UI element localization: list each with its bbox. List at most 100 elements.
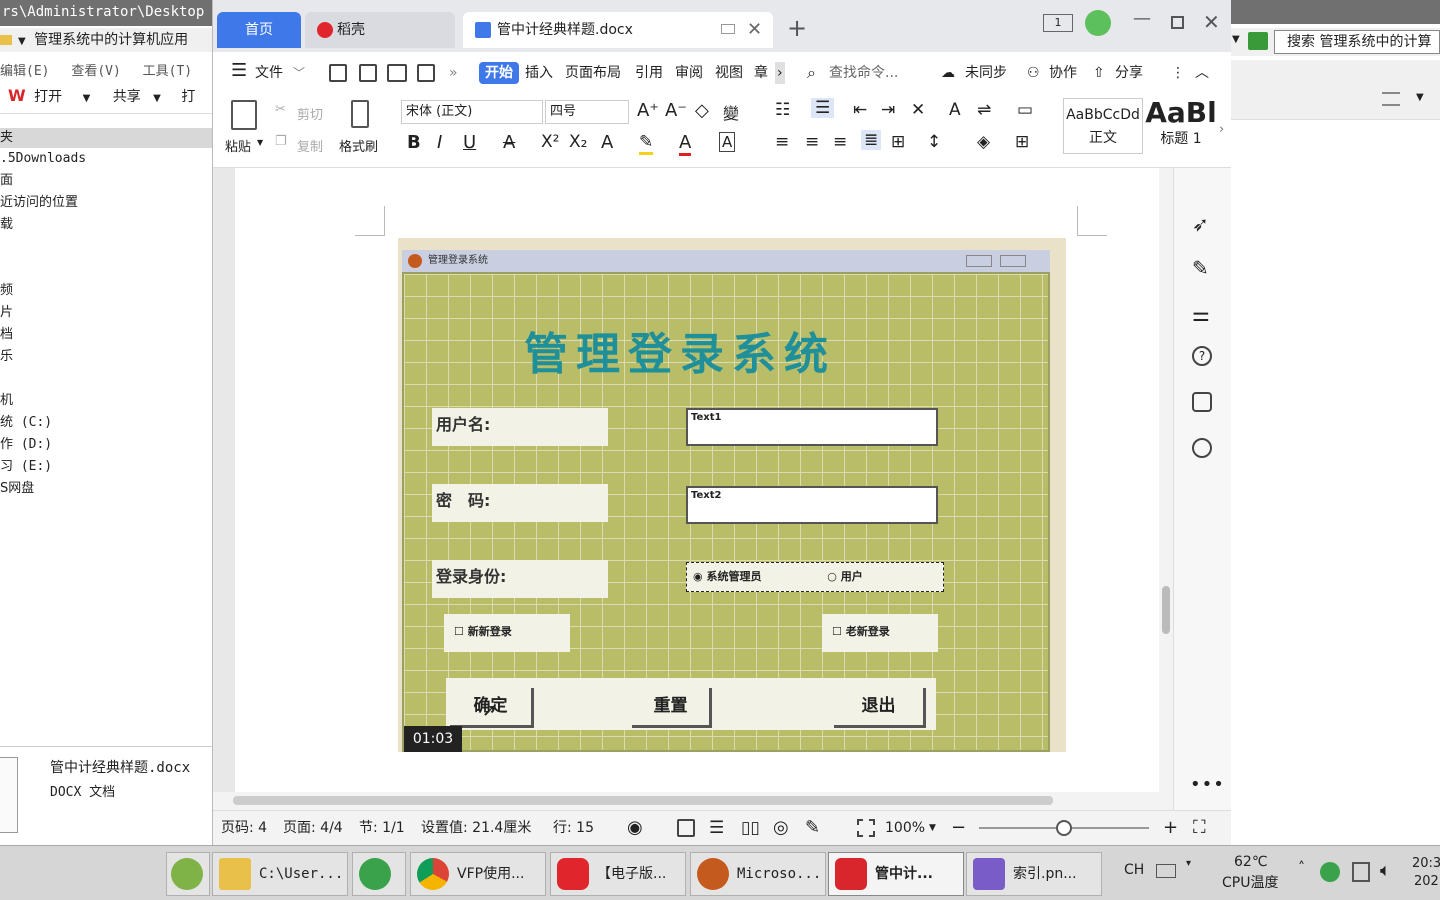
sync-status[interactable]: 未同步	[965, 62, 1007, 84]
taskbar-item-image[interactable]: 索引.pn...	[966, 852, 1102, 896]
monitor-icon[interactable]	[721, 24, 735, 34]
subscript-icon[interactable]: X₂	[569, 132, 587, 152]
tab-document[interactable]: 管中计经典样题.docx ✕	[463, 12, 773, 48]
print-button[interactable]: 打	[181, 89, 195, 105]
paste-button[interactable]: 粘贴	[225, 136, 251, 155]
menu-edit[interactable]: 编辑(E)	[0, 64, 49, 79]
language-indicator[interactable]: CH	[1124, 862, 1144, 878]
status-page-code[interactable]: 页码: 4	[221, 811, 267, 845]
zoom-in-icon[interactable]: +	[1163, 811, 1178, 845]
checkbox-icon[interactable]: ☐	[832, 625, 842, 638]
taskbar-item-vfp[interactable]: Microso...	[690, 852, 826, 896]
window-layout-icon[interactable]: 1	[1043, 14, 1073, 32]
dropdown-icon[interactable]: ▼	[18, 36, 26, 47]
explorer-address-bar[interactable]: ▼ 管理系统中的计算机应用	[0, 28, 212, 52]
tree-item[interactable]: 面	[0, 170, 212, 192]
tree-item[interactable]: S网盘	[0, 478, 212, 500]
menu-tools[interactable]: 工具(T)	[143, 64, 192, 79]
write-view-icon[interactable]: ✎	[805, 811, 820, 845]
cut-button[interactable]: 剪切	[297, 104, 323, 123]
view-dropdown-icon[interactable]: ▼	[1416, 92, 1424, 103]
volume-icon[interactable]: 🔈︎	[1380, 860, 1391, 881]
sort-icon[interactable]: ⇌	[977, 100, 991, 120]
tree-item[interactable]: 片	[0, 302, 212, 324]
network-icon[interactable]	[1352, 862, 1370, 882]
show-marks-icon[interactable]: ▭	[1017, 100, 1033, 120]
styles-scroll-icon[interactable]: ›	[1219, 122, 1224, 137]
maximize-icon[interactable]	[1171, 16, 1184, 29]
horizontal-scrollbar[interactable]	[213, 792, 1159, 808]
user-avatar[interactable]	[1085, 10, 1111, 36]
button-exit[interactable]: 退出	[834, 688, 926, 728]
bullet-list-icon[interactable]: ☷	[775, 100, 790, 120]
align-right-icon[interactable]: ≡	[833, 132, 847, 152]
zoom-slider[interactable]	[979, 820, 1149, 836]
align-left-icon[interactable]: ≡	[775, 132, 789, 152]
tree-item[interactable]	[0, 368, 212, 390]
chevron-right-icon[interactable]: ›	[775, 62, 785, 84]
file-menu[interactable]: 文件	[255, 62, 283, 84]
image-tool-icon[interactable]	[1192, 392, 1212, 412]
settings-sliders-icon[interactable]: ⚌	[1192, 302, 1210, 326]
search-icon[interactable]: ⌕	[807, 62, 816, 84]
textbox-username[interactable]: Text1	[686, 408, 938, 446]
share-dropdown-icon[interactable]: ▼	[153, 93, 161, 104]
shading-icon[interactable]: ◈	[977, 132, 990, 152]
status-setting[interactable]: 设置值: 21.4厘米	[421, 811, 531, 845]
vertical-scrollbar[interactable]	[1159, 168, 1173, 792]
tab-view[interactable]: 视图	[715, 62, 743, 84]
refresh-icon[interactable]	[1248, 32, 1268, 50]
save-icon[interactable]	[329, 64, 347, 82]
tree-item[interactable]: 机	[0, 390, 212, 412]
decrease-indent-icon[interactable]: ⇤	[853, 100, 867, 120]
share-button[interactable]: 分享	[1115, 62, 1143, 84]
scroll-thumb[interactable]	[1162, 586, 1170, 634]
tree-item[interactable]: 频	[0, 280, 212, 302]
status-pages[interactable]: 页面: 4/4	[283, 811, 343, 845]
tree-item[interactable]	[0, 236, 212, 258]
export-pdf-icon[interactable]	[359, 64, 377, 82]
textbox-password[interactable]: Text2	[686, 486, 938, 524]
form-minimize-icon[interactable]	[966, 255, 992, 267]
taskbar-item-pdf[interactable]: 【电子版...	[550, 852, 686, 896]
zoom-slider-handle[interactable]	[1056, 820, 1072, 836]
line-spacing-icon[interactable]: ↕	[927, 132, 941, 152]
more-icon[interactable]: »	[449, 62, 458, 84]
char-border-icon[interactable]: A	[719, 132, 736, 152]
checkbox-new-login[interactable]: ☐ 新新登录	[444, 614, 570, 652]
strikethrough-icon[interactable]: A	[503, 132, 515, 153]
tab-start[interactable]: 开始	[479, 62, 519, 84]
distribute-icon[interactable]: ⊞	[891, 132, 905, 152]
underline-icon[interactable]: U	[463, 132, 476, 153]
tree-item[interactable]: 乐	[0, 346, 212, 368]
tree-item[interactable]: 习 (E:)	[0, 456, 212, 478]
format-painter-icon[interactable]	[351, 100, 369, 128]
taskbar-item-chrome[interactable]: VFP使用...	[410, 852, 546, 896]
scissors-icon[interactable]: ✂	[275, 102, 286, 117]
copy-icon[interactable]: ❐	[275, 134, 287, 149]
italic-icon[interactable]: I	[437, 132, 442, 153]
borders-icon[interactable]: ⊞	[1015, 132, 1029, 152]
superscript-icon[interactable]: X²	[541, 132, 559, 152]
reading-view-icon[interactable]: ▯▯	[741, 811, 760, 845]
tree-item[interactable]: .5Downloads	[0, 148, 212, 170]
tab-daoke[interactable]: 稻壳	[305, 12, 455, 48]
tab-review[interactable]: 审阅	[675, 62, 703, 84]
cpu-temp[interactable]: 62℃	[1234, 854, 1268, 870]
font-family-select[interactable]: 宋体 (正文)	[401, 100, 543, 124]
zoom-level[interactable]: 100%	[885, 811, 925, 845]
view-options-icon[interactable]	[1382, 92, 1400, 106]
print-icon[interactable]	[387, 64, 407, 82]
dropdown-icon[interactable]: ▼	[1232, 34, 1240, 45]
tree-item[interactable]: 作 (D:)	[0, 434, 212, 456]
scroll-thumb[interactable]	[233, 796, 1053, 805]
outline-view-icon[interactable]: ☰	[709, 811, 724, 845]
paste-dropdown-icon[interactable]: ▼	[257, 138, 263, 147]
close-tab-icon[interactable]: ✕	[747, 12, 762, 48]
format-painter-button[interactable]: 格式刷	[339, 136, 378, 155]
command-search-input[interactable]: 查找命令...	[829, 62, 898, 84]
text-effect-icon[interactable]: A	[601, 132, 613, 153]
web-view-icon[interactable]: ◎	[773, 811, 789, 845]
open-dropdown-icon[interactable]: ▼	[83, 93, 91, 104]
zoom-dropdown-icon[interactable]: ▼	[929, 811, 936, 845]
